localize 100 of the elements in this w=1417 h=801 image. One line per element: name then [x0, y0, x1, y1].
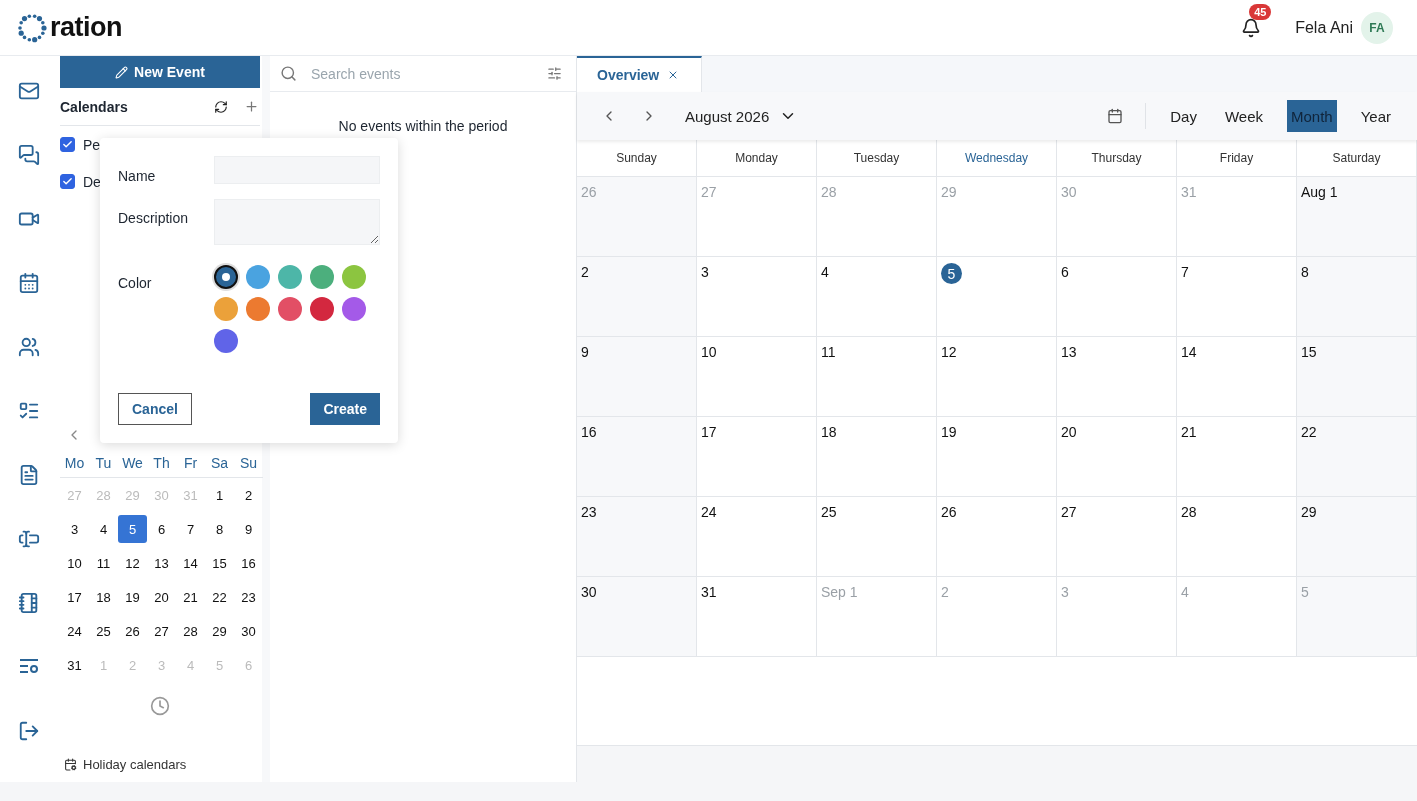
holiday-calendars-link[interactable]: Holiday calendars — [60, 757, 262, 772]
mini-calendar-day[interactable]: 20 — [147, 583, 176, 611]
day-cell[interactable]: 31 — [697, 577, 817, 657]
mini-calendar-day[interactable]: 8 — [205, 515, 234, 543]
calendar-name[interactable]: De — [83, 173, 101, 190]
clock-icon[interactable] — [150, 696, 170, 716]
mini-calendar-day[interactable]: 29 — [205, 617, 234, 645]
day-number: 24 — [701, 504, 717, 520]
day-cell[interactable]: 13 — [1057, 337, 1177, 417]
day-cell[interactable]: 4 — [817, 257, 937, 337]
color-swatch[interactable] — [342, 265, 366, 289]
day-cell[interactable]: 2 — [577, 257, 697, 337]
search-field[interactable]: Search events — [309, 64, 535, 83]
calendar-checkbox[interactable] — [60, 137, 75, 152]
mini-calendar-day[interactable]: 27 — [147, 617, 176, 645]
mini-calendar-day[interactable]: 28 — [176, 617, 205, 645]
day-cell[interactable]: 25 — [817, 497, 937, 577]
mini-calendar-day[interactable]: 19 — [118, 583, 147, 611]
day-cell[interactable]: 23 — [577, 497, 697, 577]
mini-calendar-day[interactable]: 30 — [234, 617, 263, 645]
color-swatch[interactable] — [310, 297, 334, 321]
day-cell[interactable]: 17 — [697, 417, 817, 497]
day-number: 27 — [1061, 504, 1077, 520]
description-field[interactable] — [214, 199, 380, 245]
color-swatch[interactable] — [214, 265, 238, 289]
day-cell[interactable]: 16 — [577, 417, 697, 497]
day-cell[interactable]: 5 — [937, 257, 1057, 337]
mini-calendar-day[interactable]: 4 — [89, 515, 118, 543]
day-cell[interactable]: 8 — [1297, 257, 1417, 337]
day-cell[interactable]: 21 — [1177, 417, 1297, 497]
color-swatch[interactable] — [214, 297, 238, 321]
day-cell[interactable]: 19 — [937, 417, 1057, 497]
color-swatch[interactable] — [278, 265, 302, 289]
search-icon — [280, 65, 297, 82]
day-cell[interactable]: 27 — [1057, 497, 1177, 577]
calendar-icon — [17, 272, 40, 294]
day-cell[interactable]: 22 — [1297, 417, 1417, 497]
mini-calendar-day[interactable]: 31 — [60, 651, 89, 679]
period-selector[interactable]: August 2026 — [679, 106, 804, 126]
day-cell[interactable]: 29 — [1297, 497, 1417, 577]
color-swatch[interactable] — [214, 329, 238, 353]
day-cell[interactable]: 15 — [1297, 337, 1417, 417]
day-cell[interactable]: 12 — [937, 337, 1057, 417]
day-number: 14 — [1181, 344, 1197, 360]
mini-calendar-day[interactable]: 26 — [118, 617, 147, 645]
create-button[interactable]: Create — [310, 393, 380, 425]
new-event-button[interactable]: New Event — [60, 56, 260, 88]
overview-tab[interactable]: Overview — [577, 56, 702, 92]
day-cell[interactable]: Aug 1 — [1297, 177, 1417, 257]
day-cell[interactable]: 3 — [697, 257, 817, 337]
mini-calendar-day[interactable]: 24 — [60, 617, 89, 645]
mini-calendar-day[interactable]: 16 — [234, 549, 263, 577]
color-swatch[interactable] — [246, 297, 270, 321]
mini-calendar-day[interactable]: 13 — [147, 549, 176, 577]
view-button[interactable]: Day — [1166, 100, 1201, 132]
mini-calendar-day[interactable]: 17 — [60, 583, 89, 611]
day-cell[interactable]: 24 — [697, 497, 817, 577]
mini-calendar-day[interactable]: 5 — [118, 515, 147, 543]
day-number: 11 — [821, 344, 836, 360]
bell-icon — [1241, 17, 1262, 38]
cancel-button[interactable]: Cancel — [118, 393, 192, 425]
color-swatch[interactable] — [246, 265, 270, 289]
mini-calendar-day[interactable]: 6 — [147, 515, 176, 543]
mini-calendar-day[interactable]: 23 — [234, 583, 263, 611]
mini-calendar-day[interactable]: 15 — [205, 549, 234, 577]
day-cell[interactable]: 30 — [577, 577, 697, 657]
color-swatch[interactable] — [278, 297, 302, 321]
day-cell[interactable]: 18 — [817, 417, 937, 497]
day-cell[interactable]: 6 — [1057, 257, 1177, 337]
mini-calendar-day[interactable]: 12 — [118, 549, 147, 577]
mini-calendar-day[interactable]: 22 — [205, 583, 234, 611]
mini-calendar-day[interactable]: 25 — [89, 617, 118, 645]
day-cell[interactable]: 26 — [937, 497, 1057, 577]
mini-calendar-day[interactable]: 2 — [234, 481, 263, 509]
day-cell[interactable]: 28 — [1177, 497, 1297, 577]
day-cell[interactable]: 14 — [1177, 337, 1297, 417]
mini-calendar-day[interactable]: 9 — [234, 515, 263, 543]
filter-icon[interactable] — [547, 66, 562, 81]
mini-calendar-day[interactable]: 10 — [60, 549, 89, 577]
day-cell[interactable]: 20 — [1057, 417, 1177, 497]
mini-calendar-day[interactable]: 14 — [176, 549, 205, 577]
day-cell[interactable]: 7 — [1177, 257, 1297, 337]
mini-calendar-day[interactable]: 11 — [89, 549, 118, 577]
mini-calendar-day[interactable]: 18 — [89, 583, 118, 611]
calendar-checkbox[interactable] — [60, 174, 75, 189]
day-cell[interactable]: 9 — [577, 337, 697, 417]
mini-calendar-day[interactable]: 3 — [60, 515, 89, 543]
user-avatar[interactable]: FA — [1361, 11, 1393, 44]
mini-calendar-day[interactable]: 7 — [176, 515, 205, 543]
day-cell[interactable]: 11 — [817, 337, 937, 417]
mini-calendar-day[interactable]: 21 — [176, 583, 205, 611]
color-swatch[interactable] — [310, 265, 334, 289]
calendar-name[interactable]: Pe — [83, 136, 101, 153]
calendars-heading: Calendars — [60, 98, 129, 115]
color-swatch[interactable] — [342, 297, 366, 321]
view-button[interactable]: Week — [1220, 100, 1267, 132]
day-number: 29 — [1301, 504, 1317, 520]
mini-calendar-day[interactable]: 1 — [205, 481, 234, 509]
view-button[interactable]: Year — [1356, 100, 1395, 132]
day-cell[interactable]: 10 — [697, 337, 817, 417]
